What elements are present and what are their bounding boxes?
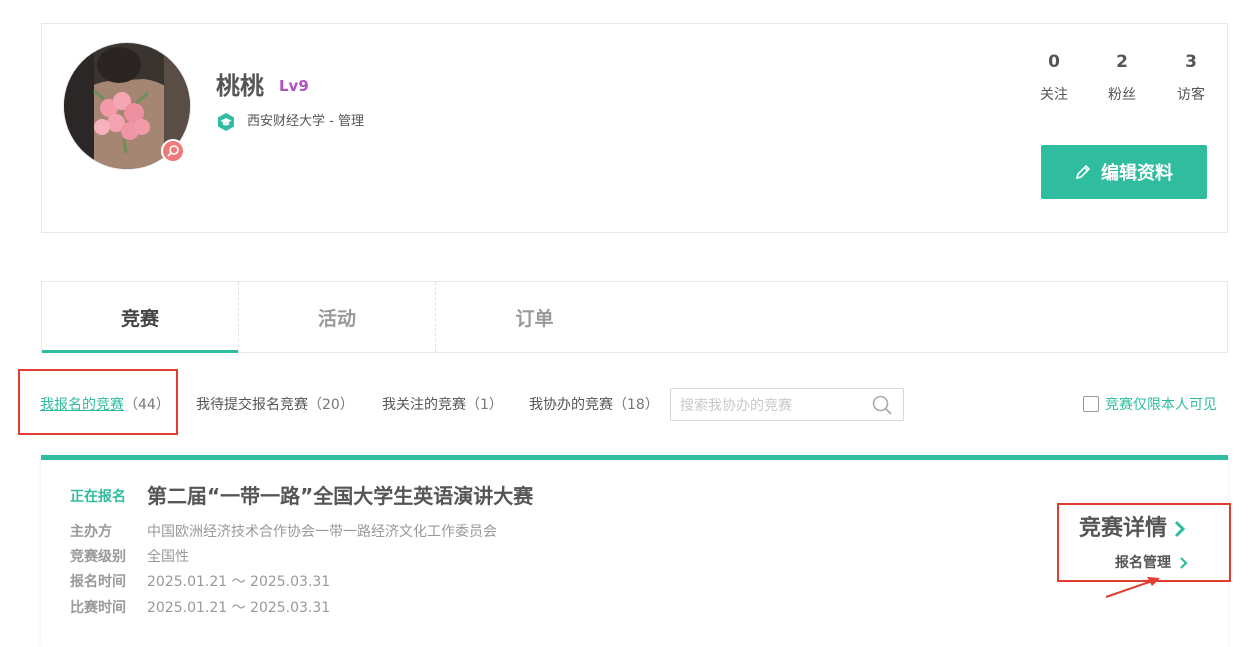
registration-manage-link[interactable]: 报名管理 bbox=[1115, 553, 1189, 573]
stat-fans[interactable]: 2 粉丝 bbox=[1092, 51, 1152, 104]
competition-status-badge: 正在报名 bbox=[70, 489, 126, 505]
filter-count: （18） bbox=[613, 397, 659, 413]
stat-fans-count: 2 bbox=[1116, 52, 1128, 72]
filter-count: （1） bbox=[466, 397, 503, 413]
edit-profile-label: 编辑资料 bbox=[1101, 163, 1173, 184]
annotation-arrow-icon bbox=[1105, 577, 1160, 598]
school-label: 西安财经大学 - 管理 bbox=[247, 114, 364, 129]
competition-detail-label: 竞赛详情 bbox=[1079, 516, 1168, 541]
stat-following-label: 关注 bbox=[1040, 87, 1068, 103]
registration-time-value: 2025.01.21 ～ 2025.03.31 bbox=[147, 574, 331, 590]
search-input[interactable] bbox=[678, 395, 867, 417]
graduation-cap-icon bbox=[218, 113, 234, 131]
chevron-right-icon bbox=[1180, 557, 1188, 569]
organizer-label: 主办方 bbox=[70, 524, 112, 540]
username: 桃桃 bbox=[216, 72, 264, 100]
organizer-value: 中国欧洲经济技术合作协会一带一路经济文化工作委员会 bbox=[147, 524, 497, 540]
stat-following[interactable]: 0 关注 bbox=[1024, 51, 1084, 104]
registration-manage-label: 报名管理 bbox=[1115, 555, 1171, 571]
edit-profile-button[interactable]: 编辑资料 bbox=[1041, 145, 1207, 199]
filter-label: 我待提交报名竞赛 bbox=[196, 397, 308, 413]
stat-visitors-count: 3 bbox=[1185, 52, 1197, 72]
registration-time-label: 报名时间 bbox=[70, 574, 126, 590]
tab-bar: 竞赛 活动 订单 bbox=[41, 281, 1228, 353]
competition-detail-link[interactable]: 竞赛详情 bbox=[1079, 514, 1187, 544]
tab-competitions[interactable]: 竞赛 bbox=[42, 282, 239, 353]
stat-visitors-label: 访客 bbox=[1177, 87, 1205, 103]
level-badge: Lv9 bbox=[279, 77, 309, 95]
filter-my-registered[interactable]: 我报名的竞赛（44） bbox=[40, 395, 170, 415]
filter-followed[interactable]: 我关注的竞赛（1） bbox=[382, 395, 503, 415]
competition-time-value: 2025.01.21 ～ 2025.03.31 bbox=[147, 600, 331, 616]
stat-following-count: 0 bbox=[1048, 52, 1060, 72]
stat-visitors[interactable]: 3 访客 bbox=[1161, 51, 1221, 104]
tab-orders[interactable]: 订单 bbox=[436, 282, 633, 352]
pencil-icon bbox=[1075, 164, 1091, 180]
search-box bbox=[670, 388, 904, 421]
avatar-badge-icon bbox=[161, 139, 185, 163]
filter-co-organized[interactable]: 我协办的竞赛（18） bbox=[529, 395, 659, 415]
filter-label: 我报名的竞赛 bbox=[40, 397, 124, 413]
visibility-checkbox-label[interactable]: 竞赛仅限本人可见 bbox=[1105, 395, 1217, 415]
search-icon[interactable] bbox=[871, 394, 893, 416]
filter-count: （20） bbox=[308, 397, 354, 413]
level-value: 全国性 bbox=[147, 549, 189, 565]
tab-activities[interactable]: 活动 bbox=[239, 282, 436, 352]
competition-time-label: 比赛时间 bbox=[70, 600, 126, 616]
competition-title[interactable]: 第二届“一带一路”全国大学生英语演讲大赛 bbox=[147, 482, 533, 510]
level-label: 竞赛级别 bbox=[70, 549, 126, 565]
visibility-checkbox[interactable] bbox=[1083, 396, 1099, 412]
filter-label: 我关注的竞赛 bbox=[382, 397, 466, 413]
filter-count: （44） bbox=[124, 397, 170, 413]
stat-fans-label: 粉丝 bbox=[1108, 87, 1136, 103]
filter-label: 我协办的竞赛 bbox=[529, 397, 613, 413]
chevron-right-icon bbox=[1174, 520, 1186, 538]
filter-pending-submission[interactable]: 我待提交报名竞赛（20） bbox=[196, 395, 354, 415]
